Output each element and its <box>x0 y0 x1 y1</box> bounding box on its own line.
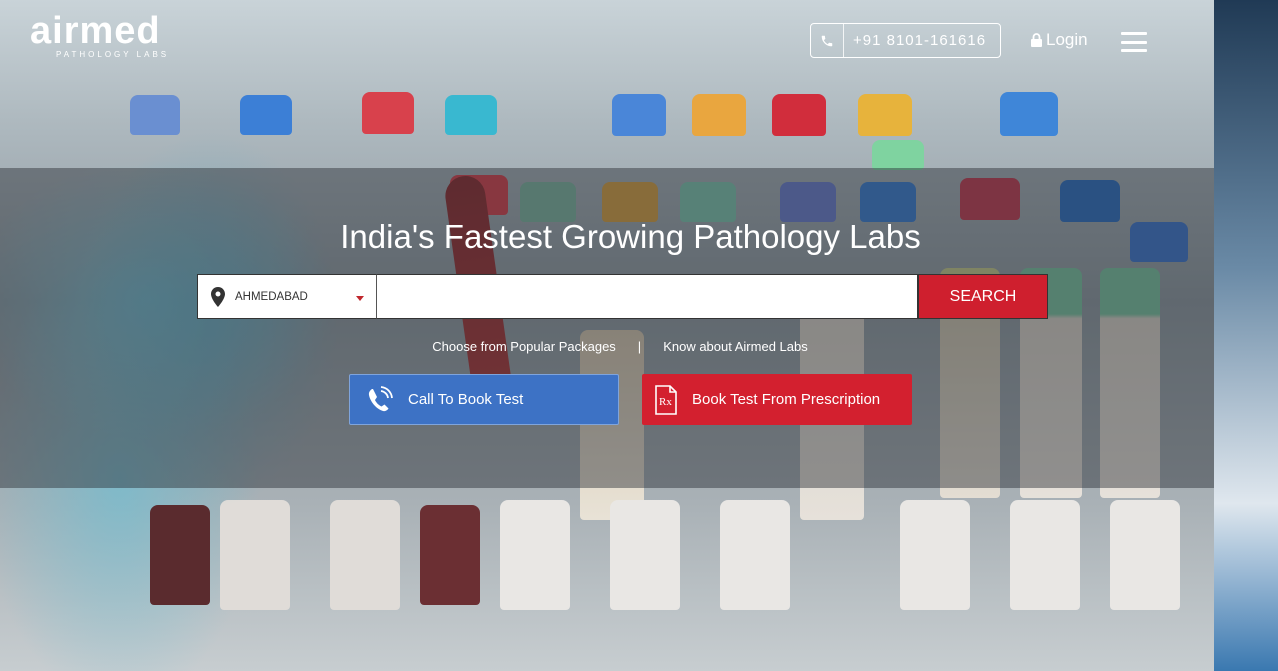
phone-number-text: +91 8101-161616 <box>853 32 987 49</box>
link-separator: | <box>637 339 642 354</box>
lock-icon <box>1031 33 1042 47</box>
book-from-prescription-button[interactable]: Rx Book Test From Prescription <box>642 374 912 425</box>
book-from-prescription-label: Book Test From Prescription <box>692 391 881 408</box>
city-value: AHMEDABAD <box>235 290 308 303</box>
airmed-logo[interactable]: airmed PATHOLOGY LABS <box>30 10 170 59</box>
location-pin-icon <box>211 286 225 307</box>
search-input[interactable] <box>377 274 918 319</box>
call-to-book-label: Call To Book Test <box>408 391 524 408</box>
login-label: Login <box>1046 30 1088 49</box>
hero-headline: India's Fastest Growing Pathology Labs <box>340 218 921 255</box>
search-button[interactable]: SEARCH <box>918 274 1048 319</box>
phone-number-button[interactable]: +91 8101-161616 <box>810 23 1001 58</box>
chevron-down-icon <box>356 296 364 301</box>
logo-tagline: PATHOLOGY LABS <box>56 50 170 59</box>
call-to-book-button[interactable]: Call To Book Test <box>349 374 619 425</box>
search-bar: AHMEDABAD SEARCH <box>197 274 1048 319</box>
city-select[interactable]: AHMEDABAD <box>197 274 377 319</box>
popular-packages-link[interactable]: Choose from Popular Packages <box>432 339 616 354</box>
side-image-strip <box>1214 0 1278 671</box>
hero-overlay-band <box>0 168 1214 488</box>
about-airmed-link[interactable]: Know about Airmed Labs <box>663 339 808 354</box>
phone-icon <box>811 24 844 57</box>
phone-call-icon <box>368 385 393 411</box>
menu-icon[interactable] <box>1121 32 1147 52</box>
login-link[interactable]: Login <box>1031 30 1088 50</box>
logo-wordmark: airmed <box>30 10 161 52</box>
quick-links: Choose from Popular Packages | Know abou… <box>0 339 1261 354</box>
rx-glyph: Rx <box>659 396 672 408</box>
prescription-icon: Rx <box>655 384 677 415</box>
